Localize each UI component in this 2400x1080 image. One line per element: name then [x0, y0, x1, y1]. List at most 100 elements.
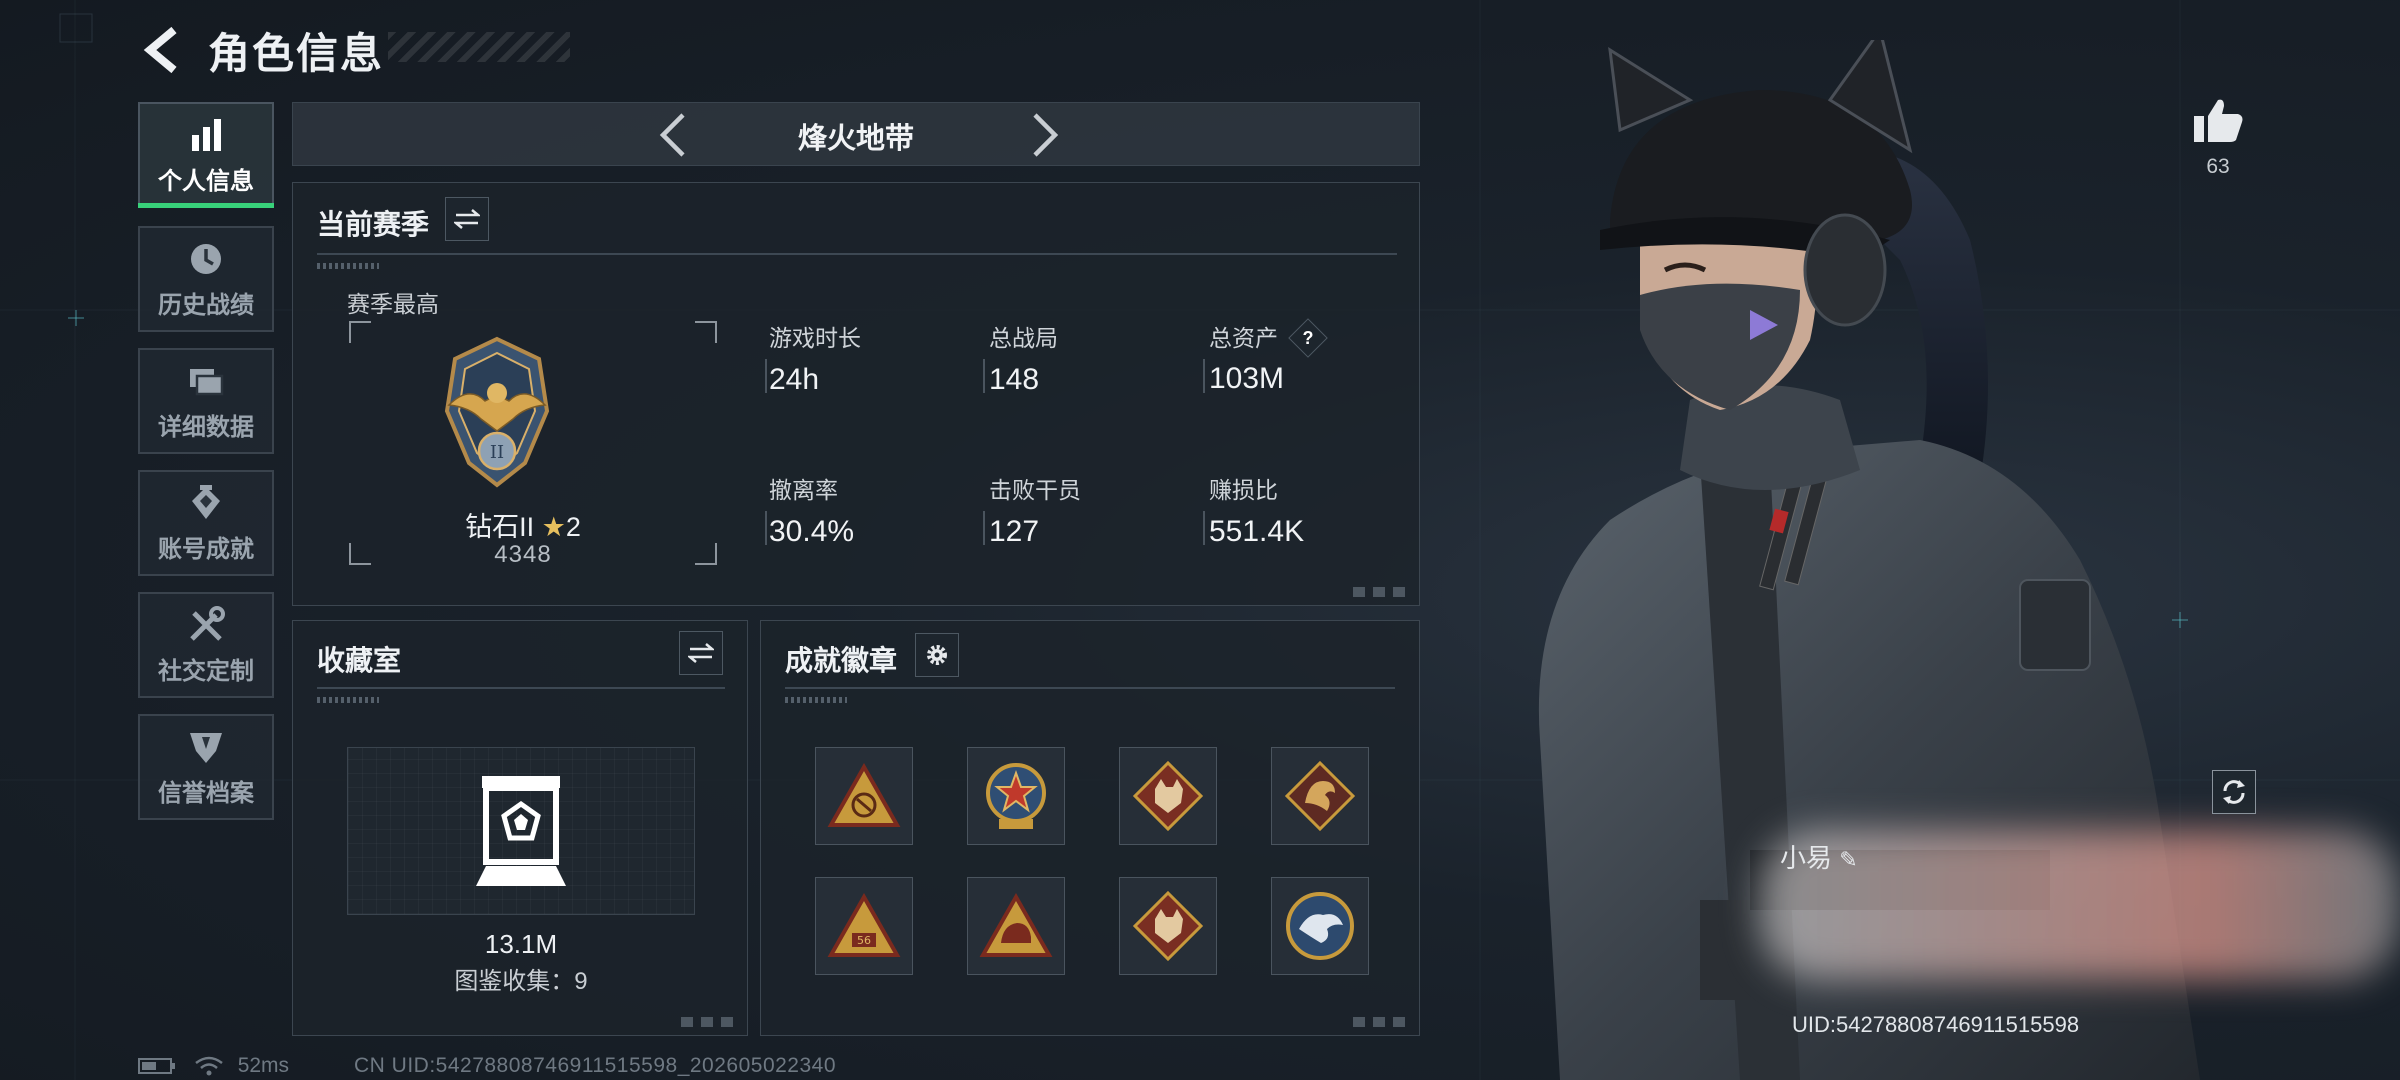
- sidebar-item-achievements[interactable]: 账号成就: [138, 470, 274, 576]
- achievement-badge[interactable]: [1271, 877, 1369, 975]
- stat-separator: [765, 511, 767, 545]
- wolf-diamond-badge-icon: [1132, 890, 1204, 962]
- stat-total-assets: 总资产 ? 103M: [1203, 318, 1329, 396]
- season-name: 烽火地带: [797, 123, 914, 155]
- rank-stars: 2: [565, 512, 581, 542]
- season-selector: 烽火地带: [292, 102, 1420, 166]
- clock-icon: [191, 243, 221, 274]
- swap-icon: [688, 643, 714, 663]
- next-season-arrow-icon[interactable]: [1027, 111, 1063, 159]
- frame-corner: [695, 321, 717, 343]
- stat-play-time: 游戏时长 24h: [765, 319, 861, 397]
- achievement-badge[interactable]: [1119, 877, 1217, 975]
- back-arrow-icon[interactable]: [138, 22, 186, 78]
- sidebar-item-detailed-data[interactable]: 详细数据: [138, 348, 274, 454]
- shield-icon: [190, 732, 222, 763]
- sidebar-item-label: 信誉档案: [158, 779, 254, 807]
- sidebar-item-credit-record[interactable]: 信誉档案: [138, 714, 274, 820]
- thumbs-up-icon[interactable]: [2192, 96, 2244, 144]
- rank-line: 钻石II ★2: [293, 505, 753, 544]
- current-season-title: 当前赛季: [317, 209, 430, 240]
- stat-label: 击败干员: [989, 477, 1081, 503]
- help-button[interactable]: ?: [1288, 318, 1329, 358]
- display-case-icon: [476, 776, 566, 886]
- sidebar-item-label: 账号成就: [158, 535, 254, 563]
- achievements-settings-button[interactable]: [915, 633, 959, 677]
- panel-divider: [317, 253, 1397, 255]
- bar-chart-icon: [192, 118, 221, 151]
- triangle-56-badge-icon: 56: [827, 893, 901, 957]
- edit-name-icon[interactable]: ✎: [1839, 847, 1857, 872]
- collection-progress: 图鉴收集：9: [454, 968, 588, 995]
- stat-value: 127: [989, 515, 1040, 548]
- wolf-diamond-badge-icon: [1132, 760, 1204, 832]
- dragon-diamond-badge-icon: [1284, 760, 1356, 832]
- cards-icon: [190, 368, 224, 395]
- achievement-badge[interactable]: [1271, 747, 1369, 845]
- uid-footer: CN UID:54278808746911515598_202605022340: [354, 1054, 837, 1077]
- collection-switch-button[interactable]: [679, 631, 723, 675]
- stat-extract-rate: 撤离率 30.4%: [765, 471, 855, 549]
- collection-preview[interactable]: [347, 747, 695, 915]
- svg-text:56: 56: [857, 934, 871, 947]
- corner-decoration: [681, 1017, 737, 1027]
- tools-icon: [190, 605, 225, 641]
- stat-label-text: 总资产: [1209, 325, 1278, 351]
- corner-decoration: [1353, 1017, 1409, 1027]
- achievements-panel: 成就徽章 56: [760, 620, 1420, 1036]
- achievement-badge[interactable]: [967, 877, 1065, 975]
- title-decoration: [388, 32, 570, 62]
- stat-label: 总战局: [989, 325, 1058, 351]
- stat-separator: [983, 511, 985, 545]
- panel-divider: [317, 687, 725, 689]
- frame-corner: [349, 321, 371, 343]
- achievement-badge[interactable]: [1119, 747, 1217, 845]
- panel-divider: [785, 687, 1395, 689]
- rotate-model-button[interactable]: [2212, 770, 2256, 814]
- switch-season-button[interactable]: [445, 197, 489, 241]
- stat-value: 24h: [769, 363, 820, 396]
- stat-label: 撤离率: [769, 477, 838, 503]
- eagle-round-badge-icon: [1286, 892, 1354, 960]
- sidebar-item-label: 个人信息: [158, 167, 254, 195]
- achievement-badge[interactable]: [815, 747, 913, 845]
- star-icon: ★: [541, 512, 566, 542]
- sidebar-item-social-custom[interactable]: 社交定制: [138, 592, 274, 698]
- wifi-icon: [195, 1057, 223, 1076]
- rank-score: 4348: [494, 541, 552, 568]
- refresh-icon: [2223, 780, 2245, 804]
- stat-label: 赚损比: [1209, 477, 1278, 503]
- sidebar-item-personal-info[interactable]: 个人信息: [138, 102, 274, 208]
- character-name: 小易 ✎: [1780, 838, 1858, 875]
- stat-value: 551.4K: [1209, 515, 1305, 548]
- stat-total-matches: 总战局 148: [983, 319, 1058, 397]
- stat-value: 30.4%: [769, 515, 855, 548]
- achievements-title: 成就徽章: [785, 645, 898, 676]
- help-icon: ?: [1302, 327, 1314, 348]
- decor-dash: [317, 697, 379, 703]
- svg-text:II: II: [490, 442, 504, 463]
- achievement-badge[interactable]: 56: [815, 877, 913, 975]
- stat-separator: [1203, 511, 1205, 545]
- triangle-badge-icon: [827, 763, 901, 827]
- gear-icon: [927, 645, 947, 665]
- achievement-badge[interactable]: [967, 747, 1065, 845]
- diamond-rank-emblem-icon: II: [444, 336, 550, 488]
- stat-value: 148: [989, 363, 1040, 396]
- medal-icon: [192, 484, 220, 519]
- star-shield-badge-icon: [986, 763, 1046, 829]
- collection-title: 收藏室: [317, 645, 402, 676]
- ping-value: 52ms: [237, 1054, 290, 1077]
- collection-panel: 收藏室 13.1M 图鉴收集：9: [292, 620, 748, 1036]
- stat-label: 游戏时长: [769, 325, 861, 351]
- like-count: 63: [2206, 155, 2230, 178]
- stat-operators-defeated: 击败干员 127: [983, 471, 1081, 549]
- status-bar: 52ms: [138, 1054, 289, 1078]
- sidebar-item-label: 历史战绩: [158, 291, 254, 319]
- swap-icon: [454, 209, 480, 229]
- collection-value: 13.1M: [484, 929, 558, 959]
- page-title: 角色信息: [208, 30, 385, 77]
- sidebar-item-match-history[interactable]: 历史战绩: [138, 226, 274, 332]
- decor-dash: [317, 263, 379, 269]
- stat-value: 103M: [1209, 361, 1285, 395]
